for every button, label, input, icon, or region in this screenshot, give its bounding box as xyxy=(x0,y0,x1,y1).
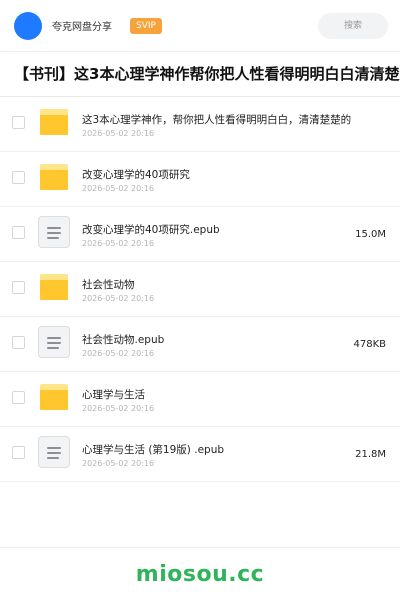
folder-icon xyxy=(40,164,68,190)
file-size: 21.8M xyxy=(355,449,386,460)
app-name: 夸克网盘分享 xyxy=(52,22,112,33)
file-name: 改变心理学的40项研究 xyxy=(82,169,190,181)
svip-badge: SVIP xyxy=(130,17,162,34)
file-name: 改变心理学的40项研究.epub xyxy=(82,224,220,236)
folder-row[interactable]: 这3本心理学神作，帮你把人性看得明明白白，清清楚楚的 2026-05-02 20:… xyxy=(0,97,400,152)
file-size: 15.0M xyxy=(355,229,386,240)
footer-divider xyxy=(0,547,400,548)
file-date: 2026-05-02 20:16 xyxy=(82,184,155,193)
file-list: 这3本心理学神作，帮你把人性看得明明白白，清清楚楚的 2026-05-02 20:… xyxy=(0,97,400,482)
row-checkbox[interactable] xyxy=(12,171,25,184)
file-date: 2026-05-02 20:16 xyxy=(82,404,155,413)
file-date: 2026-05-02 20:16 xyxy=(82,239,155,248)
file-date: 2026-05-02 20:16 xyxy=(82,459,155,468)
file-name: 心理学与生活 (第19版) .epub xyxy=(82,444,225,456)
document-icon xyxy=(38,436,70,468)
document-icon xyxy=(38,216,70,248)
folder-row[interactable]: 心理学与生活 2026-05-02 20:16 xyxy=(0,372,400,427)
file-name: 这3本心理学神作，帮你把人性看得明明白白，清清楚楚的 xyxy=(82,114,352,126)
watermark-text: miosou.cc xyxy=(135,562,265,587)
avatar[interactable] xyxy=(14,11,42,40)
file-size: 478KB xyxy=(353,339,386,350)
folder-icon xyxy=(40,109,68,135)
file-row[interactable]: 社会性动物.epub 2026-05-02 20:16 478KB xyxy=(0,317,400,372)
file-date: 2026-05-02 20:16 xyxy=(82,349,155,358)
title-bar: 【书刊】这3本心理学神作帮你把人性看得明明白白清清楚楚 xyxy=(0,52,400,97)
row-checkbox[interactable] xyxy=(12,391,25,404)
folder-row[interactable]: 改变心理学的40项研究 2026-05-02 20:16 xyxy=(0,152,400,207)
row-checkbox[interactable] xyxy=(12,336,25,349)
header-bar: 夸克网盘分享 SVIP xyxy=(0,0,400,52)
page-title: 【书刊】这3本心理学神作帮你把人性看得明明白白清清楚楚 xyxy=(14,65,400,83)
row-checkbox[interactable] xyxy=(12,281,25,294)
search-input[interactable] xyxy=(318,12,388,39)
row-checkbox[interactable] xyxy=(12,116,25,129)
folder-icon xyxy=(40,274,68,300)
file-name: 社会性动物 xyxy=(82,279,135,291)
file-date: 2026-05-02 20:16 xyxy=(82,129,155,138)
file-row[interactable]: 改变心理学的40项研究.epub 2026-05-02 20:16 15.0M xyxy=(0,207,400,262)
file-row[interactable]: 心理学与生活 (第19版) .epub 2026-05-02 20:16 21.8M xyxy=(0,427,400,482)
folder-icon xyxy=(40,384,68,410)
row-checkbox[interactable] xyxy=(12,446,25,459)
file-date: 2026-05-02 20:16 xyxy=(82,294,155,303)
row-checkbox[interactable] xyxy=(12,226,25,239)
document-icon xyxy=(38,326,70,358)
file-name: 社会性动物.epub xyxy=(82,334,165,346)
folder-row[interactable]: 社会性动物 2026-05-02 20:16 xyxy=(0,262,400,317)
file-name: 心理学与生活 xyxy=(82,389,145,401)
